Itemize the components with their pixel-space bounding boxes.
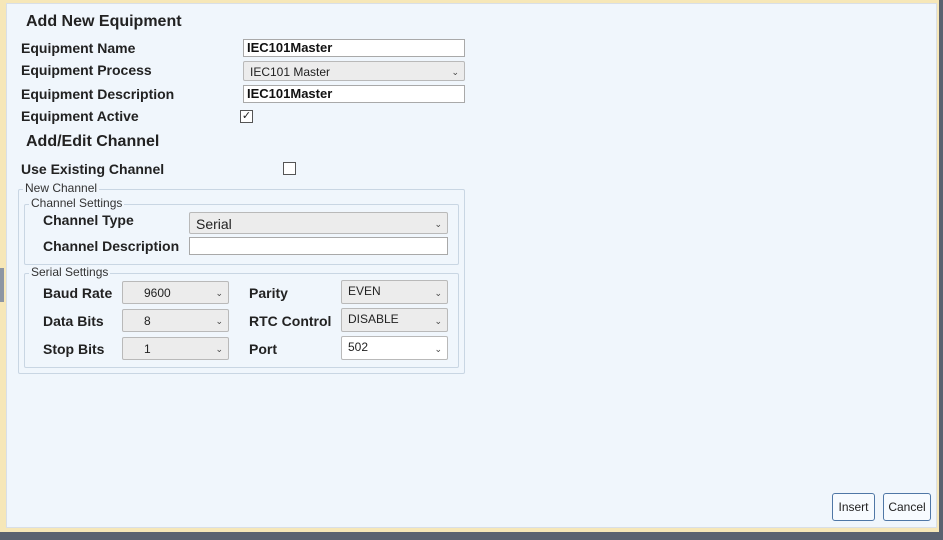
- channel-description-label: Channel Description: [43, 238, 180, 254]
- equipment-process-select[interactable]: IEC101 Master ⌄: [243, 61, 465, 81]
- parity-select[interactable]: EVEN ⌄: [341, 280, 448, 304]
- equipment-description-label: Equipment Description: [21, 86, 175, 102]
- window-edge: [0, 268, 4, 302]
- channel-settings-legend: Channel Settings: [29, 196, 125, 210]
- equipment-process-value: IEC101 Master: [250, 65, 331, 79]
- equipment-heading: Add New Equipment: [26, 13, 182, 30]
- use-existing-channel-label: Use Existing Channel: [21, 161, 165, 177]
- rtc-control-label: RTC Control: [249, 313, 332, 329]
- rtc-control-select[interactable]: DISABLE ⌄: [341, 308, 448, 332]
- use-existing-channel-checkbox[interactable]: [283, 162, 296, 175]
- channel-heading: Add/Edit Channel: [26, 133, 160, 150]
- stop-bits-label: Stop Bits: [43, 341, 105, 357]
- insert-button[interactable]: Insert: [832, 493, 875, 521]
- stop-bits-value: 1: [144, 342, 151, 356]
- rtc-control-value: DISABLE: [348, 312, 399, 326]
- equipment-active-checkbox[interactable]: ✓: [240, 110, 253, 123]
- parity-value: EVEN: [348, 284, 381, 298]
- channel-type-value: Serial: [196, 216, 232, 232]
- data-bits-label: Data Bits: [43, 313, 104, 329]
- equipment-description-input[interactable]: IEC101Master: [243, 85, 465, 103]
- port-select[interactable]: 502 ⌄: [341, 336, 448, 360]
- cancel-button[interactable]: Cancel: [883, 493, 931, 521]
- stop-bits-select[interactable]: 1 ⌄: [122, 337, 229, 360]
- parity-label: Parity: [249, 285, 288, 301]
- equipment-active-label: Equipment Active: [21, 108, 139, 124]
- equipment-name-input[interactable]: IEC101Master: [243, 39, 465, 57]
- equipment-process-label: Equipment Process: [21, 62, 152, 78]
- chevron-down-icon: ⌄: [215, 344, 223, 354]
- checkmark-icon: ✓: [241, 110, 252, 122]
- chevron-down-icon: ⌄: [434, 344, 442, 354]
- channel-type-label: Channel Type: [43, 212, 134, 228]
- baud-rate-select[interactable]: 9600 ⌄: [122, 281, 229, 304]
- equipment-name-label: Equipment Name: [21, 40, 136, 56]
- data-bits-value: 8: [144, 314, 151, 328]
- channel-description-input[interactable]: [189, 237, 448, 255]
- chevron-down-icon: ⌄: [434, 316, 442, 326]
- chevron-down-icon: ⌄: [434, 219, 442, 229]
- serial-settings-legend: Serial Settings: [29, 265, 111, 279]
- baud-rate-value: 9600: [144, 286, 171, 300]
- add-equipment-dialog: Add New Equipment Equipment Name IEC101M…: [6, 3, 937, 528]
- chevron-down-icon: ⌄: [215, 316, 223, 326]
- port-label: Port: [249, 341, 277, 357]
- new-channel-legend: New Channel: [23, 181, 100, 195]
- data-bits-select[interactable]: 8 ⌄: [122, 309, 229, 332]
- port-value: 502: [348, 340, 369, 354]
- channel-type-select[interactable]: Serial ⌄: [189, 212, 448, 234]
- chevron-down-icon: ⌄: [451, 67, 459, 77]
- baud-rate-label: Baud Rate: [43, 285, 113, 301]
- chevron-down-icon: ⌄: [215, 288, 223, 298]
- chevron-down-icon: ⌄: [434, 288, 442, 298]
